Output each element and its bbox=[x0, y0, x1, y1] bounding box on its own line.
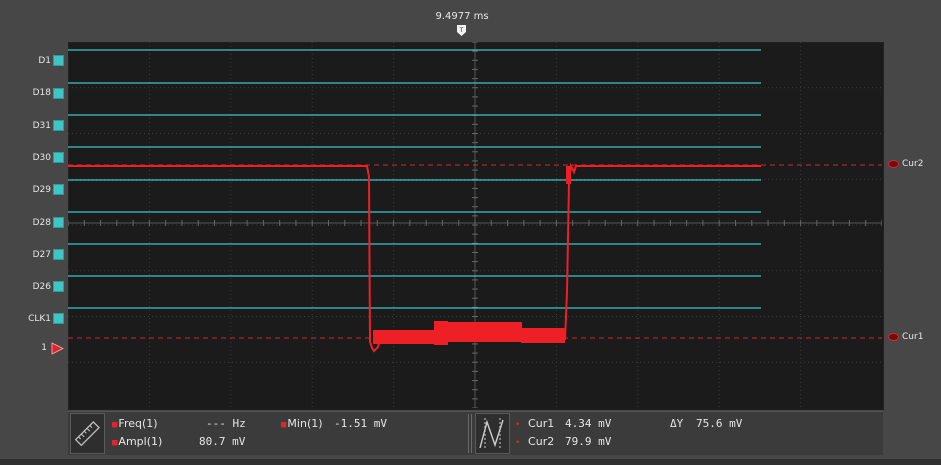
channel-d26-marker[interactable] bbox=[53, 281, 64, 292]
cur2-value: 79.9 mV bbox=[565, 435, 612, 448]
analog-trace-edge bbox=[566, 166, 571, 184]
channel-label-d29: D29 bbox=[32, 185, 51, 195]
cursor-1-tag[interactable]: Cur1 bbox=[888, 332, 923, 342]
cur1-measurement: • Cur1 bbox=[515, 417, 555, 430]
channel-label-d18: D18 bbox=[32, 88, 51, 98]
delta-y-label: ΔY bbox=[670, 417, 684, 430]
channel-label-clk1: CLK1 bbox=[28, 314, 51, 324]
cursor-2-tag[interactable]: Cur2 bbox=[888, 159, 923, 169]
channel-d1-marker[interactable] bbox=[53, 55, 64, 66]
analog-trace-noise bbox=[521, 328, 565, 343]
channel-label-d27: D27 bbox=[32, 250, 51, 260]
channel-label-d1: D1 bbox=[38, 56, 51, 66]
cur2-measurement: • Cur2 bbox=[515, 435, 555, 448]
delta-y-value: 75.6 mV bbox=[696, 417, 743, 430]
channel-1-marker-icon[interactable] bbox=[51, 342, 65, 355]
freq-value: --- Hz bbox=[206, 417, 246, 430]
channel-label-d30: D30 bbox=[32, 153, 51, 163]
svg-text:T: T bbox=[459, 27, 464, 34]
channel-d27-marker[interactable] bbox=[53, 249, 64, 260]
analog-trace-noise bbox=[444, 322, 522, 342]
channel-d30-marker[interactable] bbox=[53, 152, 64, 163]
status-strip bbox=[0, 459, 941, 465]
channel-label-d31: D31 bbox=[32, 121, 51, 131]
measurement-bar: ■Freq(1) --- Hz ■Ampl(1) 80.7 mV ■Min(1)… bbox=[68, 411, 883, 455]
channel-d31-marker[interactable] bbox=[53, 120, 64, 131]
channel-clk1-marker[interactable] bbox=[53, 313, 64, 324]
cur1-value: 4.34 mV bbox=[565, 417, 612, 430]
channel-d28-marker[interactable] bbox=[53, 217, 64, 228]
freq-measurement: ■Freq(1) bbox=[112, 417, 158, 430]
cursor-handle-icon bbox=[888, 159, 899, 168]
min-value: -1.51 mV bbox=[334, 417, 387, 430]
channel-label-d28: D28 bbox=[32, 218, 51, 228]
analog-trace-noise bbox=[373, 330, 435, 344]
cursor-waveform-icon[interactable] bbox=[475, 413, 510, 454]
analog-trace bbox=[564, 162, 761, 341]
divider bbox=[468, 414, 469, 453]
channel-d18-marker[interactable] bbox=[53, 88, 64, 99]
ruler-icon[interactable] bbox=[70, 413, 105, 454]
min-measurement: ■Min(1) bbox=[281, 417, 323, 430]
analog-trace bbox=[68, 165, 381, 353]
divider bbox=[471, 414, 472, 453]
ampl-value: 80.7 mV bbox=[199, 435, 246, 448]
channel-d29-marker[interactable] bbox=[53, 184, 64, 195]
trigger-marker-icon[interactable]: T bbox=[456, 25, 467, 36]
channel-label-1: 1 bbox=[41, 343, 47, 353]
cursor-handle-icon bbox=[888, 332, 899, 341]
channel-label-d26: D26 bbox=[32, 282, 51, 292]
ampl-measurement: ■Ampl(1) bbox=[112, 435, 163, 448]
waveform-graph bbox=[68, 42, 882, 408]
trigger-time-label: 9.4977 ms bbox=[435, 11, 489, 22]
